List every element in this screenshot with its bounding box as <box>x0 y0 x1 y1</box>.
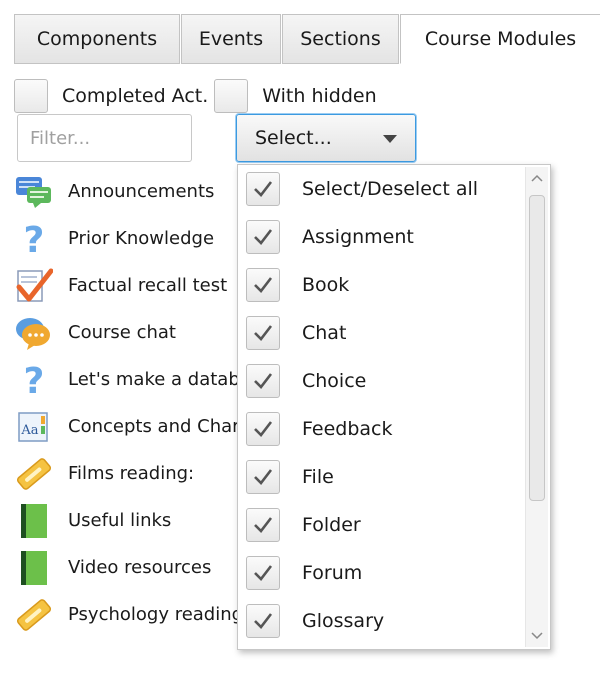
checkbox[interactable] <box>246 508 280 542</box>
dropdown-item-choice[interactable]: Choice <box>238 357 550 405</box>
glossary-icon: Aa <box>14 407 54 447</box>
dropdown-item-book[interactable]: Book <box>238 261 550 309</box>
checkmark-icon <box>254 613 273 629</box>
dropdown-item-glossary[interactable]: Glossary <box>238 597 550 645</box>
select-label: Select... <box>255 127 332 149</box>
checkmark-icon <box>254 517 273 533</box>
checkmark-icon <box>254 277 273 293</box>
svg-text:?: ? <box>24 362 45 398</box>
checkmark-icon <box>254 565 273 581</box>
checkmark-icon <box>254 229 273 245</box>
tab-components[interactable]: Components <box>14 14 180 64</box>
url-icon <box>14 454 54 494</box>
checkbox[interactable] <box>246 220 280 254</box>
checkbox[interactable] <box>246 604 280 638</box>
checkbox[interactable] <box>246 556 280 590</box>
list-item-label: Useful links <box>68 510 172 531</box>
forum-icon <box>14 172 54 212</box>
scroll-down-icon[interactable] <box>530 629 544 643</box>
dropdown-item-chat[interactable]: Chat <box>238 309 550 357</box>
checkbox[interactable] <box>246 460 280 494</box>
dropdown-item-feedback[interactable]: Feedback <box>238 405 550 453</box>
list-item-label: Announcements <box>68 181 215 202</box>
scrollbar-thumb[interactable] <box>529 195 545 501</box>
dropdown-scrollbar[interactable] <box>525 167 548 647</box>
checkbox[interactable] <box>246 412 280 446</box>
svg-text:?: ? <box>24 221 45 257</box>
question-icon: ? <box>14 360 54 400</box>
dropdown-item-assignment[interactable]: Assignment <box>238 213 550 261</box>
dropdown-item-label: Chat <box>302 322 347 344</box>
completed-activities-label: Completed Act. <box>62 85 209 107</box>
checkmark-icon <box>254 325 273 341</box>
checkbox[interactable] <box>246 172 280 206</box>
dropdown-item-label: Book <box>302 274 350 296</box>
url-icon <box>14 595 54 635</box>
list-item-label: Prior Knowledge <box>68 228 215 249</box>
quiz-icon <box>14 266 54 306</box>
checkmark-icon <box>254 421 273 437</box>
options-row: Completed Act. With hidden <box>14 78 383 114</box>
list-item-label: Video resources <box>68 557 212 578</box>
checkbox[interactable] <box>246 364 280 398</box>
checkbox[interactable] <box>246 268 280 302</box>
list-item-label: Course chat <box>68 322 176 343</box>
book-icon <box>14 501 54 541</box>
list-item-label: Factual recall test <box>68 275 228 296</box>
dropdown-item-label: Glossary <box>302 610 385 632</box>
dropdown-item-select-all[interactable]: Select/Deselect all <box>238 165 550 213</box>
dropdown-item-folder[interactable]: Folder <box>238 501 550 549</box>
checkmark-icon <box>254 181 273 197</box>
dropdown-item-label: Assignment <box>302 226 414 248</box>
question-icon: ? <box>14 219 54 259</box>
dropdown-item-label: Feedback <box>302 418 393 440</box>
dropdown-item-label: Select/Deselect all <box>302 178 479 200</box>
dropdown-item-label: Choice <box>302 370 367 392</box>
checkbox[interactable] <box>246 316 280 350</box>
dropdown-item-label: Folder <box>302 514 361 536</box>
with-hidden-label: With hidden <box>262 85 377 107</box>
svg-text:Aa: Aa <box>20 423 38 438</box>
module-type-dropdown: Select/Deselect all Assignment Book Chat… <box>237 164 551 650</box>
dropdown-item-label: Forum <box>302 562 363 584</box>
dropdown-item-forum[interactable]: Forum <box>238 549 550 597</box>
with-hidden-checkbox[interactable] <box>214 79 249 113</box>
dropdown-item-file[interactable]: File <box>238 453 550 501</box>
scroll-up-icon[interactable] <box>530 171 544 185</box>
chat-icon <box>14 313 54 353</box>
tab-sections[interactable]: Sections <box>282 14 399 64</box>
checkmark-icon <box>254 373 273 389</box>
dropdown-item-label: File <box>302 466 334 488</box>
tab-events[interactable]: Events <box>181 14 281 64</box>
list-item-label: Films reading: <box>68 463 195 484</box>
filter-input[interactable] <box>17 114 192 162</box>
tab-course-modules[interactable]: Course Modules <box>400 14 600 64</box>
tab-bar: Components Events Sections Course Module… <box>14 14 600 64</box>
module-type-select[interactable]: Select... <box>236 114 416 162</box>
completed-activities-checkbox[interactable] <box>14 79 48 113</box>
book-icon <box>14 548 54 588</box>
chevron-down-icon <box>383 135 397 143</box>
checkmark-icon <box>254 469 273 485</box>
list-item-label: Psychology reading: <box>68 604 250 625</box>
